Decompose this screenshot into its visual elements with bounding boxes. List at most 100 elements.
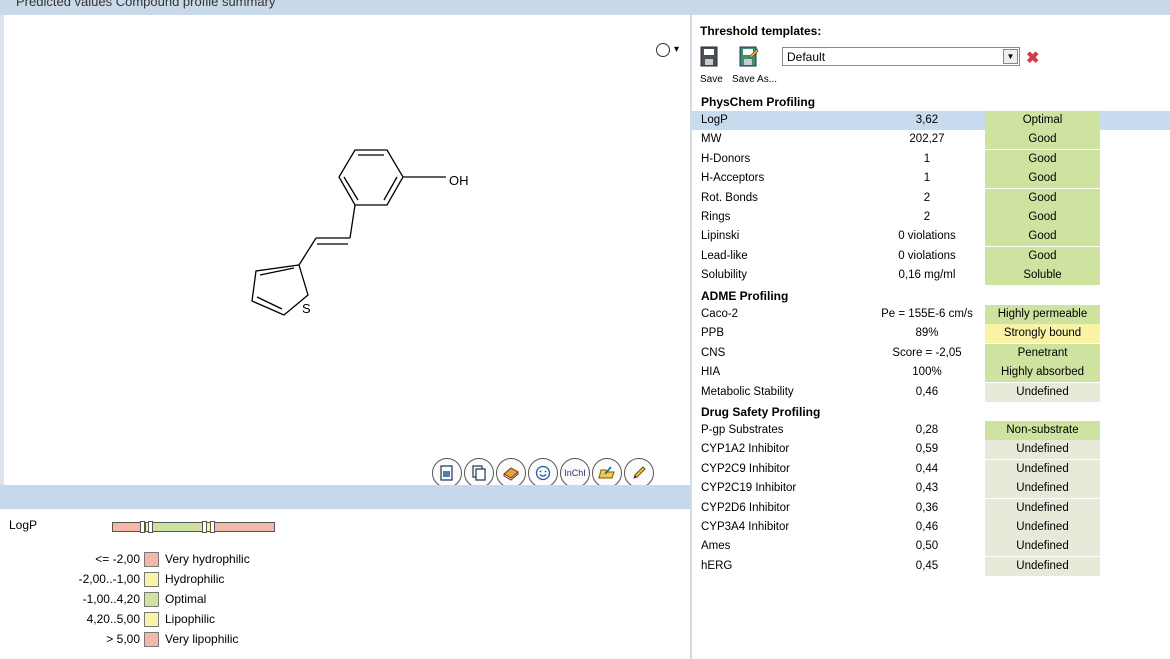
profile-row[interactable]: P-gp Substrates 0,28 Non-substrate <box>692 421 1170 440</box>
delete-template-icon[interactable]: ✖ <box>1026 48 1039 68</box>
scale-optimal <box>150 522 206 532</box>
chevron-down-icon[interactable]: ▼ <box>1003 49 1018 64</box>
legend-row: <= -2,00 Very hydrophilic <box>40 549 250 569</box>
save-label: Save <box>700 74 723 85</box>
scale-handle-left[interactable] <box>140 521 145 533</box>
property-value: 0 violations <box>898 249 956 262</box>
save-as-button[interactable] <box>739 46 759 68</box>
status-badge: Good <box>985 208 1100 227</box>
open-button[interactable] <box>592 458 622 488</box>
legend-range: <= -2,00 <box>95 552 140 566</box>
property-name: CNS <box>701 346 726 359</box>
smiley-icon <box>535 465 551 481</box>
property-value: 0,46 <box>915 385 939 398</box>
property-value: 1 <box>923 172 931 185</box>
property-name: Metabolic Stability <box>701 385 794 398</box>
open-folder-icon <box>598 466 615 479</box>
copy-image-icon <box>440 465 453 481</box>
property-value: 0,46 <box>915 521 939 533</box>
legend-swatch[interactable] <box>144 551 159 567</box>
view-options-button[interactable]: ▾ <box>656 43 686 59</box>
legend-range: > 5,00 <box>106 632 140 646</box>
scale-handle-right-2[interactable] <box>210 521 215 533</box>
circle-icon <box>656 43 670 57</box>
status-badge: Good <box>985 149 1100 169</box>
profile-row[interactable]: Rot. Bonds 2 Good <box>692 188 1170 208</box>
status-badge: Good <box>985 246 1100 266</box>
legend-label: Hydrophilic <box>165 572 225 586</box>
legend-label: Very lipophilic <box>165 632 239 646</box>
save-button[interactable] <box>700 46 720 68</box>
property-value: 89% <box>915 327 939 340</box>
profile-row[interactable]: HIA 100% Highly absorbed <box>692 363 1170 383</box>
legend-label: Optimal <box>165 592 207 606</box>
legend-row: > 5,00 Very lipophilic <box>40 629 238 649</box>
inchi-button[interactable]: InChI <box>560 458 590 488</box>
property-value: 2 <box>923 211 931 223</box>
title-text: Predicted values Compound profile summar… <box>16 0 276 9</box>
profile-row[interactable]: Caco-2 Pe = 155E-6 cm/s Highly permeable <box>692 305 1170 324</box>
hydroxyl-label: OH <box>449 173 469 188</box>
profile-row[interactable]: Lipinski 0 violations Good <box>692 227 1170 247</box>
legend-label: Very hydrophilic <box>165 552 250 566</box>
property-name: Ames <box>701 540 731 553</box>
legend-panel: LogP <= -2,00 Very hydrophilic -2,00..-1,0… <box>0 509 690 659</box>
legend-label: Lipophilic <box>165 612 216 626</box>
status-badge: Good <box>985 227 1100 247</box>
status-badge: Undefined <box>985 479 1100 499</box>
property-value: 0,59 <box>915 443 939 456</box>
profile-row[interactable]: CYP1A2 Inhibitor 0,59 Undefined <box>692 440 1170 460</box>
legend-row: 4,20..5,00 Lipophilic <box>40 609 215 629</box>
profile-row[interactable]: Rings 2 Good <box>692 208 1170 227</box>
legend-swatch[interactable] <box>144 591 159 607</box>
property-name: Rings <box>701 211 731 223</box>
copy-image-button[interactable] <box>432 458 462 488</box>
save-as-label: Save As... <box>732 74 778 85</box>
profile-row[interactable]: CYP3A4 Inhibitor 0,46 Undefined <box>692 518 1170 537</box>
legend-swatch[interactable] <box>144 571 159 587</box>
status-badge: Penetrant <box>985 343 1100 363</box>
profile-row[interactable]: Metabolic Stability 0,46 Undefined <box>692 382 1170 402</box>
profile-row[interactable]: H-Donors 1 Good <box>692 149 1170 169</box>
template-select[interactable]: Default ▼ <box>782 47 1020 66</box>
chevron-down-icon: ▾ <box>674 44 680 55</box>
scale-handle-left-2[interactable] <box>148 521 153 533</box>
profile-row[interactable]: Solubility 0,16 mg/ml Soluble <box>692 266 1170 286</box>
property-value: 0 violations <box>898 230 956 243</box>
copy-button[interactable] <box>464 458 494 488</box>
profile-row[interactable]: Ames 0,50 Undefined <box>692 537 1170 557</box>
legend-swatch[interactable] <box>144 611 159 627</box>
profile-row[interactable]: Lead-like 0 violations Good <box>692 246 1170 266</box>
threshold-title: Threshold templates: <box>700 24 822 38</box>
profile-row[interactable]: CYP2D6 Inhibitor 0,36 Undefined <box>692 498 1170 518</box>
property-name: hERG <box>701 559 733 572</box>
status-badge: Strongly bound <box>985 324 1100 344</box>
status-badge: Undefined <box>985 459 1100 479</box>
smiles-button[interactable] <box>528 458 558 488</box>
status-badge: Undefined <box>985 537 1100 557</box>
property-value: 0,36 <box>915 501 939 514</box>
splitter-bar[interactable] <box>0 485 690 509</box>
scale-handle-right[interactable] <box>202 521 207 533</box>
property-value: 0,43 <box>915 482 939 495</box>
property-name: CYP2C19 Inhibitor <box>701 482 797 495</box>
property-name: CYP2D6 Inhibitor <box>701 501 790 514</box>
profile-row[interactable]: CYP2C19 Inhibitor 0,43 Undefined <box>692 479 1170 499</box>
property-value: 0,28 <box>915 424 939 436</box>
property-value: 202,27 <box>909 133 945 146</box>
library-button[interactable] <box>496 458 526 488</box>
profile-row[interactable]: H-Acceptors 1 Good <box>692 169 1170 189</box>
property-name: HIA <box>701 366 721 379</box>
status-badge: Optimal <box>985 111 1100 130</box>
profile-row[interactable]: CNS Score = -2,05 Penetrant <box>692 343 1170 363</box>
profile-row[interactable]: MW 202,27 Good <box>692 130 1170 150</box>
legend-range: -1,00..4,20 <box>82 592 140 606</box>
edit-button[interactable] <box>624 458 654 488</box>
profile-row[interactable]: PPB 89% Strongly bound <box>692 324 1170 344</box>
status-badge: Good <box>985 169 1100 189</box>
property-value: 100% <box>912 366 942 379</box>
legend-swatch[interactable] <box>144 631 159 647</box>
profile-row[interactable]: CYP2C9 Inhibitor 0,44 Undefined <box>692 459 1170 479</box>
profile-row[interactable]: hERG 0,45 Undefined <box>692 556 1170 576</box>
profile-row[interactable]: LogP 3,62 Optimal <box>692 111 1170 130</box>
